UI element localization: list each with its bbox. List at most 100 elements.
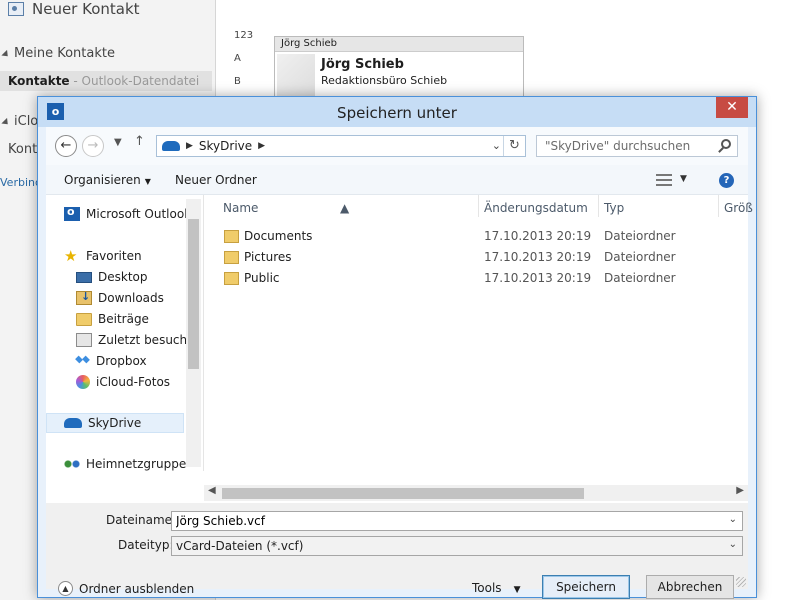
chevron-down-icon[interactable]: ⌄ [729, 514, 737, 525]
file-list: ▲ Name Änderungsdatum Typ Größ Documents… [204, 195, 753, 473]
breadcrumb-chevron-icon[interactable]: ▶ [186, 141, 193, 151]
save-button[interactable]: Speichern [542, 575, 630, 599]
folder-icon [76, 312, 92, 326]
icloud-photos-icon [76, 375, 90, 389]
file-form: Dateiname: ⌄ Dateityp: vCard-Dateien (*.… [46, 503, 748, 559]
tools-button[interactable]: Tools ▼ [472, 581, 520, 595]
skydrive-icon [64, 418, 82, 428]
breadcrumb-skydrive[interactable]: SkyDrive [199, 139, 252, 153]
dialog-footer: ▲ Ordner ausblenden Tools ▼ Speichern Abb… [46, 559, 748, 599]
up-icon[interactable]: ↑ [134, 134, 145, 149]
address-row: ← → ▼ ↑ ▶ SkyDrive ▶ ⌄ ↻ [46, 127, 748, 165]
dropdown-arrow-icon: ▼ [144, 177, 151, 186]
column-divider[interactable] [598, 195, 599, 217]
nav-item-microsoft-outlook[interactable]: Microsoft Outlook [64, 205, 191, 221]
horizontal-scrollbar[interactable]: ◀ ▶ [204, 485, 748, 501]
desktop-icon [76, 271, 92, 283]
star-icon: ★ [64, 247, 78, 265]
refresh-icon[interactable]: ↻ [503, 136, 525, 156]
letter-index: 123 A B [234, 30, 253, 99]
nav-item-favorites[interactable]: ★ Favoriten [64, 247, 142, 265]
downloads-icon [76, 290, 92, 305]
view-options-icon[interactable] [656, 174, 672, 186]
sidebar-item-kontakte[interactable]: Kontakte - Outlook-Datendatei [0, 71, 212, 91]
nav-item-skydrive[interactable]: SkyDrive [46, 413, 184, 433]
filetype-label: Dateityp: [118, 538, 174, 552]
nav-item-downloads[interactable]: Downloads [76, 290, 164, 305]
column-header-type[interactable]: Typ [604, 201, 624, 215]
nav-item-beitraege[interactable]: Beiträge [76, 312, 149, 326]
scroll-left-icon[interactable]: ◀ [208, 485, 216, 496]
contact-company: Redaktionsbüro Schieb [321, 74, 448, 87]
column-header-size[interactable]: Größ [724, 201, 753, 215]
contact-name: Jörg Schieb [321, 57, 404, 72]
cancel-button[interactable]: Abbrechen [646, 575, 734, 599]
chevron-up-icon: ▲ [58, 581, 73, 596]
column-divider[interactable] [478, 195, 479, 217]
group-meine-kontakte[interactable]: Meine Kontakte [1, 46, 115, 61]
connect-link[interactable]: Verbind [0, 176, 42, 189]
contact-photo [277, 54, 315, 99]
collapse-icon [1, 117, 11, 128]
nav-item-desktop[interactable]: Desktop [76, 270, 148, 284]
nav-item-homegroup[interactable]: Heimnetzgruppe [64, 457, 186, 471]
column-header-date[interactable]: Änderungsdatum [484, 201, 588, 215]
sort-ascending-icon: ▲ [340, 201, 350, 215]
column-headers: ▲ Name Änderungsdatum Typ Größ [204, 195, 753, 221]
address-bar[interactable]: ▶ SkyDrive ▶ ⌄ ↻ [156, 135, 526, 157]
contact-icon [8, 2, 24, 16]
nav-item-dropbox[interactable]: Dropbox [76, 354, 147, 368]
search-box[interactable] [536, 135, 738, 157]
folder-icon [224, 251, 239, 264]
back-button[interactable]: ← [55, 135, 77, 157]
dialog-title: Speichern unter [337, 104, 457, 122]
nav-item-icloud-photos[interactable]: iCloud-Fotos [76, 375, 170, 389]
recent-places-icon [76, 333, 92, 347]
search-icon[interactable] [721, 139, 731, 149]
folder-icon [224, 230, 239, 243]
filetype-select[interactable]: vCard-Dateien (*.vcf) ⌄ [171, 536, 743, 556]
file-row[interactable]: Public 17.10.2013 20:19 Dateiordner [204, 268, 748, 289]
resize-grip[interactable] [736, 577, 746, 587]
dropbox-icon [76, 355, 90, 367]
letter-index-item[interactable]: 123 [234, 30, 253, 53]
command-bar: Organisieren ▼ Neuer Ordner ▼ ? [46, 165, 748, 195]
save-as-dialog: o Speichern unter ✕ ← → ▼ ↑ ▶ SkyDrive ▶… [37, 96, 757, 599]
close-button[interactable]: ✕ [716, 97, 748, 118]
scrollbar-thumb[interactable] [188, 219, 199, 369]
chevron-down-icon[interactable]: ⌄ [729, 539, 737, 550]
column-header-name[interactable]: Name [223, 201, 258, 215]
nav-item-recent[interactable]: Zuletzt besucht [76, 333, 192, 347]
breadcrumb-chevron-icon[interactable]: ▶ [258, 141, 265, 151]
collapse-icon [1, 49, 11, 60]
filename-input[interactable] [172, 512, 712, 530]
contact-card-header: Jörg Schieb [275, 37, 523, 52]
dropdown-arrow-icon[interactable]: ▼ [680, 174, 687, 184]
dialog-body: ← → ▼ ↑ ▶ SkyDrive ▶ ⌄ ↻ Organisieren▼ N… [46, 127, 753, 599]
homegroup-icon [64, 458, 80, 470]
search-input[interactable] [537, 136, 707, 156]
scroll-right-icon[interactable]: ▶ [736, 485, 744, 496]
recent-locations-icon[interactable]: ▼ [114, 137, 122, 148]
window-title: Neuer Kontakt [8, 0, 140, 18]
scrollbar-thumb[interactable] [222, 488, 584, 499]
dropdown-arrow-icon: ▼ [513, 585, 521, 595]
hide-folders-button[interactable]: ▲ Ordner ausblenden [58, 581, 194, 596]
nav-scrollbar[interactable] [186, 199, 201, 467]
address-dropdown-icon[interactable]: ⌄ [492, 139, 501, 152]
skydrive-icon [162, 141, 180, 151]
new-folder-button[interactable]: Neuer Ordner [175, 173, 257, 187]
folder-icon [224, 272, 239, 285]
contact-card[interactable]: Jörg Schieb Jörg Schieb Redaktionsbüro S… [274, 36, 524, 99]
organize-button[interactable]: Organisieren ▼ [64, 173, 151, 187]
filename-label: Dateiname: [106, 513, 177, 527]
filename-field[interactable]: ⌄ [171, 511, 743, 531]
outlook-icon [64, 205, 80, 221]
help-icon[interactable]: ? [719, 173, 734, 188]
letter-index-item[interactable]: A [234, 53, 253, 76]
dialog-titlebar[interactable]: o Speichern unter ✕ [38, 97, 756, 127]
forward-button[interactable]: → [82, 135, 104, 157]
file-row[interactable]: Pictures 17.10.2013 20:19 Dateiordner [204, 247, 748, 268]
column-divider[interactable] [718, 195, 719, 217]
file-row[interactable]: Documents 17.10.2013 20:19 Dateiordner [204, 226, 748, 247]
